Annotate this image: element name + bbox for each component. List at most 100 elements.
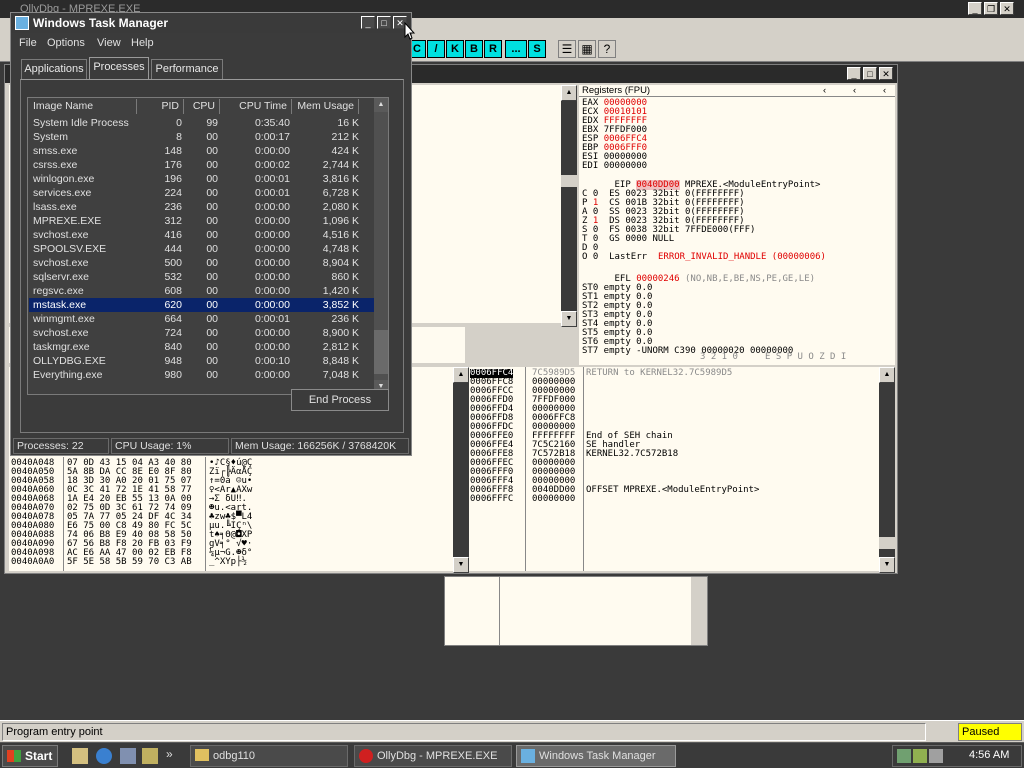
dump-scrollbar[interactable]: ▲ ▼ xyxy=(453,367,469,573)
table-row[interactable]: SPOOLSV.EXE 444 00 0:00:00 4,748 K xyxy=(29,242,374,256)
proc-cpu: 00 xyxy=(206,299,218,311)
stack-pane[interactable]: 0006FFC4 7C5989D5 RETURN to KERNEL32.7C598… xyxy=(469,367,879,571)
table-row[interactable]: lsass.exe 236 00 0:00:00 2,080 K xyxy=(29,200,374,214)
table-row[interactable]: services.exe 224 00 0:00:01 6,728 K xyxy=(29,186,374,200)
outlook-icon[interactable] xyxy=(120,748,136,764)
network-icon[interactable] xyxy=(897,749,911,763)
desktop-icon[interactable] xyxy=(72,748,88,764)
minimize-icon[interactable]: _ xyxy=(847,67,861,80)
toolbar-s-button[interactable]: S xyxy=(528,40,546,58)
table-row[interactable]: taskmgr.exe 840 00 0:00:00 2,812 K xyxy=(29,340,374,354)
scrollbar[interactable] xyxy=(691,577,707,645)
tab-applications[interactable]: Applications xyxy=(21,59,87,79)
proc-cpu: 00 xyxy=(206,187,218,199)
toolbar-dots-button[interactable]: ... xyxy=(505,40,527,58)
start-button[interactable]: Start xyxy=(2,745,58,767)
scroll-up-icon[interactable]: ▲ xyxy=(561,85,577,101)
list-icon[interactable]: ☰ xyxy=(558,40,576,58)
tray-icon[interactable] xyxy=(913,749,927,763)
task-button-odbg110[interactable]: odbg110 xyxy=(190,745,348,767)
table-row[interactable]: svchost.exe 416 00 0:00:00 4,516 K xyxy=(29,228,374,242)
table-row[interactable]: MPREXE.EXE 312 00 0:00:00 1,096 K xyxy=(29,214,374,228)
clock[interactable]: 4:56 AM xyxy=(969,749,1009,761)
scroll-thumb[interactable] xyxy=(879,537,895,549)
proc-cpu: 00 xyxy=(206,243,218,255)
task-manager-window: Windows Task Manager _ □ ✕ File Options … xyxy=(10,12,412,456)
toolbar-k-button[interactable]: K xyxy=(446,40,464,58)
chevron-left-icon[interactable]: ‹ xyxy=(853,85,856,96)
scroll-thumb[interactable] xyxy=(561,175,577,187)
table-row[interactable]: System 8 00 0:00:17 212 K xyxy=(29,130,374,144)
table-row[interactable]: OLLYDBG.EXE 948 00 0:00:10 8,848 K xyxy=(29,354,374,368)
table-row[interactable]: winmgmt.exe 664 00 0:00:01 236 K xyxy=(29,312,374,326)
task-button-task-manager[interactable]: Windows Task Manager xyxy=(516,745,676,767)
tab-processes[interactable]: Processes xyxy=(89,57,149,80)
proc-mem: 8,848 K xyxy=(322,355,359,367)
proc-mem: 1,096 K xyxy=(322,215,359,227)
process-rows: System Idle Process 0 99 0:35:40 16 K System 8… xyxy=(28,116,374,392)
process-scrollbar[interactable]: ▲ ▼ xyxy=(374,98,388,394)
column-header-cpu[interactable]: CPU xyxy=(185,99,220,114)
table-row[interactable]: smss.exe 148 00 0:00:00 424 K xyxy=(29,144,374,158)
table-row[interactable]: sqlservr.exe 532 00 0:00:00 860 K xyxy=(29,270,374,284)
menu-file[interactable]: File xyxy=(19,37,37,49)
column-header-mem-usage[interactable]: Mem Usage xyxy=(293,99,359,114)
scroll-up-icon[interactable]: ▲ xyxy=(374,98,388,112)
registers-pane[interactable]: Registers (FPU) ‹ ‹ ‹ EAX 00000000 ECX 00… xyxy=(579,85,895,365)
stack-scrollbar[interactable]: ▲ ▼ xyxy=(879,367,895,573)
table-row[interactable]: regsvc.exe 608 00 0:00:00 1,420 K xyxy=(29,284,374,298)
toolbar-slash-button[interactable]: / xyxy=(427,40,445,58)
close-icon[interactable]: ✕ xyxy=(1000,2,1014,15)
end-process-button[interactable]: End Process xyxy=(291,389,389,411)
proc-pid: 664 xyxy=(164,313,182,325)
column-header-cpu-time[interactable]: CPU Time xyxy=(221,99,292,114)
table-row[interactable]: winlogon.exe 196 00 0:00:01 3,816 K xyxy=(29,172,374,186)
explorer-icon[interactable] xyxy=(142,748,158,764)
proc-cputime: 0:00:01 xyxy=(254,313,290,325)
scroll-up-icon[interactable]: ▲ xyxy=(879,367,895,383)
menu-options[interactable]: Options xyxy=(47,37,85,49)
chevron-right-icon[interactable]: » xyxy=(166,747,173,761)
proc-pid: 444 xyxy=(164,243,182,255)
minimize-icon[interactable]: _ xyxy=(968,2,982,15)
table-row[interactable]: System Idle Process 0 99 0:35:40 16 K xyxy=(29,116,374,130)
table-row[interactable]: mstask.exe 620 00 0:00:00 3,852 K xyxy=(29,298,374,312)
register-value[interactable]: 00000000 xyxy=(604,161,647,171)
task-button-ollydbg[interactable]: OllyDbg - MPREXE.EXE xyxy=(354,745,512,767)
chevron-left-icon[interactable]: ‹ xyxy=(823,85,826,96)
column-header-image-name[interactable]: Image Name xyxy=(30,99,137,114)
toolbar-b-button[interactable]: B xyxy=(465,40,483,58)
memory-window-fragment xyxy=(444,576,708,646)
table-row[interactable]: svchost.exe 724 00 0:00:00 8,900 K xyxy=(29,326,374,340)
restore-icon[interactable]: ❐ xyxy=(984,2,998,15)
flag-value[interactable]: 0 xyxy=(593,252,598,262)
process-list[interactable]: Image Name PID CPU CPU Time Mem Usage Sy… xyxy=(27,97,389,395)
proc-cpu: 00 xyxy=(206,285,218,297)
proc-cpu: 99 xyxy=(206,117,218,129)
help-icon[interactable]: ? xyxy=(598,40,616,58)
column-header-pid[interactable]: PID xyxy=(138,99,184,114)
maximize-icon[interactable]: □ xyxy=(377,16,391,29)
scroll-thumb[interactable] xyxy=(374,330,388,374)
grid-icon[interactable]: ▦ xyxy=(578,40,596,58)
taskmgr-tray-icon[interactable] xyxy=(929,749,943,763)
scroll-down-icon[interactable]: ▼ xyxy=(561,311,577,327)
table-row[interactable]: Everything.exe 980 00 0:00:00 7,048 K xyxy=(29,368,374,382)
scroll-down-icon[interactable]: ▼ xyxy=(453,557,469,573)
maximize-icon[interactable]: □ xyxy=(863,67,877,80)
disasm-scrollbar[interactable]: ▲ ▼ xyxy=(561,85,577,327)
scroll-up-icon[interactable]: ▲ xyxy=(453,367,469,383)
olly-statusbar: Program entry point Paused xyxy=(0,720,1024,742)
scroll-down-icon[interactable]: ▼ xyxy=(879,557,895,573)
close-icon[interactable]: ✕ xyxy=(879,67,893,80)
menu-help[interactable]: Help xyxy=(131,37,154,49)
menu-view[interactable]: View xyxy=(97,37,121,49)
ie-icon[interactable] xyxy=(96,748,112,764)
minimize-icon[interactable]: _ xyxy=(361,16,375,29)
toolbar-r-button[interactable]: R xyxy=(484,40,502,58)
task-manager-titlebar[interactable]: Windows Task Manager xyxy=(11,13,411,33)
table-row[interactable]: csrss.exe 176 00 0:00:02 2,744 K xyxy=(29,158,374,172)
tab-performance[interactable]: Performance xyxy=(151,59,223,79)
task-manager-title: Windows Task Manager xyxy=(33,16,169,30)
table-row[interactable]: svchost.exe 500 00 0:00:00 8,904 K xyxy=(29,256,374,270)
